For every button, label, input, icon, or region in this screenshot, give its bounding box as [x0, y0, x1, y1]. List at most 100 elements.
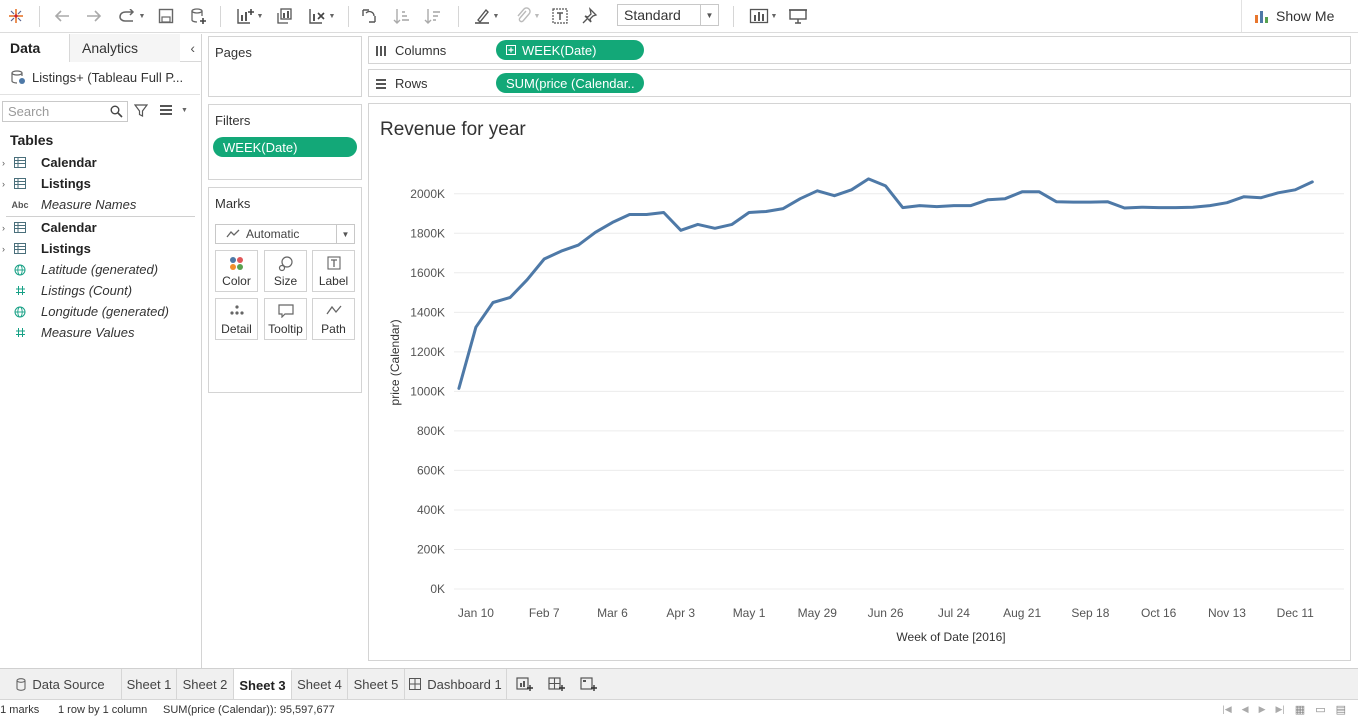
new-worksheet-tab-icon[interactable] [514, 673, 536, 695]
series-line[interactable] [457, 177, 1314, 390]
tab-data-source[interactable]: Data Source [0, 669, 122, 699]
tab-sheet-1[interactable]: Sheet 1 [122, 669, 177, 699]
new-worksheet-icon[interactable]: ▼ [230, 3, 268, 29]
expand-arrow-icon[interactable]: › [2, 158, 10, 168]
color-button[interactable]: Color [215, 250, 258, 292]
pages-card[interactable]: Pages [208, 36, 362, 97]
expand-arrow-icon[interactable]: › [2, 244, 10, 254]
field-measure-values[interactable]: Measure Values [0, 322, 200, 343]
field-calendar[interactable]: › Calendar [0, 152, 200, 173]
show-me-icon [1255, 11, 1268, 23]
hash-icon [13, 327, 27, 338]
tabs-view-icon[interactable]: ▭ [1315, 703, 1325, 716]
clear-sheet-icon[interactable]: ▼ [302, 3, 340, 29]
x-tick-label: Sep 18 [1071, 606, 1109, 620]
prev-sheet-icon[interactable]: ◀ [1242, 704, 1249, 715]
marks-card: Marks Automatic ▼ Color Size Label Detai… [208, 187, 362, 393]
new-dashboard-tab-icon[interactable] [546, 673, 568, 695]
sort-ascending-icon[interactable] [390, 3, 414, 29]
tab-sheet-3[interactable]: Sheet 3 [234, 669, 292, 699]
new-datasource-icon[interactable] [186, 3, 210, 29]
chart-type-icon[interactable]: ▼ [744, 3, 782, 29]
columns-icon [376, 45, 386, 56]
presentation-icon[interactable] [786, 3, 810, 29]
tab-data[interactable]: Data [0, 34, 70, 62]
field-latitude-generated[interactable]: Latitude (generated) [0, 259, 200, 280]
marks-title: Marks [215, 196, 251, 211]
filters-card[interactable]: Filters WEEK(Date) [208, 104, 362, 180]
mark-type-dropdown[interactable]: Automatic ▼ [215, 224, 355, 244]
highlight-icon[interactable]: ▼ [467, 3, 505, 29]
color-label: Color [222, 274, 251, 288]
tab-sheet-4[interactable]: Sheet 4 [292, 669, 348, 699]
rows-pill[interactable]: SUM(price (Calendar.. [496, 73, 644, 93]
x-tick-label: Dec 11 [1277, 606, 1314, 620]
path-button[interactable]: Path [312, 298, 355, 340]
expand-plus-icon[interactable] [506, 45, 516, 55]
size-button[interactable]: Size [264, 250, 307, 292]
y-tick-label: 1000K [410, 384, 445, 398]
duplicate-icon[interactable] [272, 3, 296, 29]
undo-icon[interactable] [50, 3, 74, 29]
x-tick-label: May 29 [798, 606, 838, 620]
divider [0, 94, 200, 95]
field-listings[interactable]: › Listings [0, 173, 200, 194]
field-listings-count[interactable]: Listings (Count) [0, 280, 200, 301]
fit-dropdown[interactable]: Standard ▼ [617, 4, 719, 26]
x-tick-label: Aug 21 [1003, 606, 1041, 620]
field-name: Longitude (generated) [41, 304, 169, 319]
x-tick-label: Mar 6 [597, 606, 628, 620]
expand-arrow-icon[interactable]: › [2, 179, 10, 189]
group-icon[interactable]: ▼ [508, 3, 546, 29]
filter-icon[interactable] [133, 104, 149, 121]
rows-shelf[interactable]: Rows SUM(price (Calendar.. [368, 69, 1351, 97]
field-listings[interactable]: › Listings [0, 238, 200, 259]
label-button[interactable]: Label [312, 250, 355, 292]
filter-pill[interactable]: WEEK(Date) [213, 137, 357, 157]
tab-sheet-2[interactable]: Sheet 2 [177, 669, 234, 699]
swap-icon[interactable] [357, 3, 381, 29]
redo-icon[interactable] [82, 3, 106, 29]
field-measure-names[interactable]: Abc Measure Names [0, 194, 200, 215]
tab-analytics[interactable]: Analytics [70, 34, 180, 62]
datasource-item[interactable]: Listings+ (Tableau Full P... [10, 68, 196, 86]
save-icon[interactable] [155, 3, 177, 29]
search-input[interactable]: Search [2, 101, 128, 122]
rows-shelf-label: Rows [375, 76, 428, 91]
next-sheet-icon[interactable]: ▶ [1259, 704, 1266, 715]
columns-pill[interactable]: WEEK(Date) [496, 40, 644, 60]
tab-dashboard-1[interactable]: Dashboard 1 [405, 669, 507, 699]
y-axis-title: price (Calendar) [388, 319, 402, 405]
last-sheet-icon[interactable]: ▶| [1276, 704, 1285, 715]
path-icon [313, 304, 354, 320]
filters-title: Filters [215, 113, 251, 128]
tableau-logo-icon[interactable] [6, 3, 26, 29]
film-strip-icon[interactable]: ▦ [1295, 703, 1305, 716]
line-chart[interactable]: 0K 200K 400K 600K 800K 1000K 1200K 1400K 1600K 18… [369, 104, 1350, 660]
new-story-tab-icon[interactable] [578, 673, 600, 695]
columns-shelf[interactable]: Columns WEEK(Date) [368, 36, 1351, 64]
detail-button[interactable]: Detail [215, 298, 258, 340]
view-options-icon[interactable]: ▼ [159, 104, 188, 116]
columns-shelf-label: Columns [375, 43, 446, 58]
redo-dropdown-icon[interactable]: ▼ [112, 3, 150, 29]
sort-descending-icon[interactable] [421, 3, 445, 29]
field-longitude-generated[interactable]: Longitude (generated) [0, 301, 200, 322]
tooltip-button[interactable]: Tooltip [264, 298, 307, 340]
tooltip-label: Tooltip [268, 322, 303, 336]
first-sheet-icon[interactable]: |◀ [1222, 704, 1231, 715]
collapse-pane-icon[interactable]: ‹ [190, 40, 195, 56]
grid-view-icon[interactable]: ▤ [1336, 703, 1346, 716]
columns-pill-label: WEEK(Date) [522, 42, 597, 58]
field-name: Measure Names [41, 197, 137, 212]
size-label: Size [273, 274, 298, 288]
detail-icon [216, 304, 257, 320]
expand-arrow-icon[interactable]: › [2, 223, 10, 233]
field-calendar[interactable]: › Calendar [0, 217, 200, 238]
size-icon [265, 256, 306, 272]
pin-icon[interactable] [578, 3, 602, 29]
field-name: Measure Values [41, 325, 135, 340]
show-me-button[interactable]: Show Me [1241, 0, 1358, 32]
tab-sheet-5[interactable]: Sheet 5 [348, 669, 405, 699]
label-icon[interactable] [548, 3, 572, 29]
